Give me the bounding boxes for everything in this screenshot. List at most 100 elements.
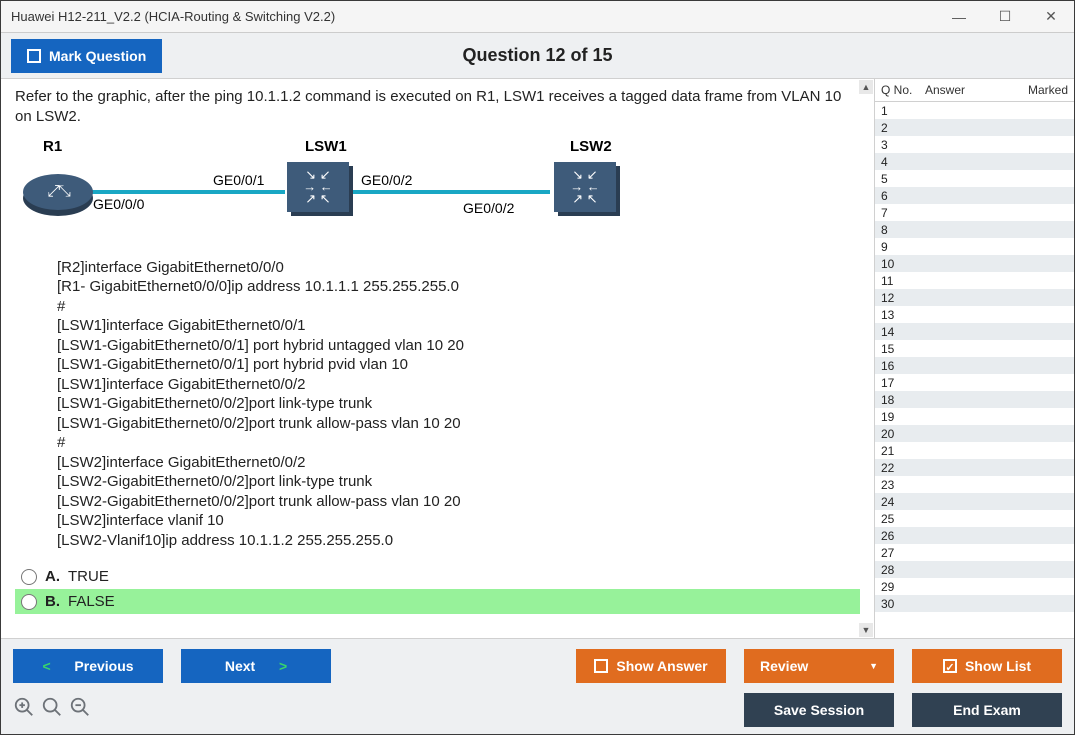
question-number: 23 [881,478,921,492]
question-row[interactable]: 21 [875,442,1074,459]
zoom-reset-icon[interactable] [41,696,63,724]
main-area: ▲ ▼ Refer to the graphic, after the ping… [1,79,1074,638]
scroll-down-icon[interactable]: ▼ [859,623,873,637]
question-row[interactable]: 9 [875,238,1074,255]
mark-question-button[interactable]: Mark Question [11,39,162,73]
checkbox-icon [27,49,41,63]
titlebar: Huawei H12-211_V2.2 (HCIA-Routing & Swit… [1,1,1074,33]
next-label: Next [225,658,255,674]
question-row[interactable]: 26 [875,527,1074,544]
question-row[interactable]: 5 [875,170,1074,187]
checkbox-checked-icon [943,659,957,673]
port-lsw1-ge002: GE0/0/2 [361,172,412,188]
question-row[interactable]: 30 [875,595,1074,612]
question-number: 3 [881,138,921,152]
question-row[interactable]: 6 [875,187,1074,204]
question-number: 28 [881,563,921,577]
device-label-r1: R1 [43,138,62,155]
zoom-out-icon[interactable] [69,696,91,724]
save-session-button[interactable]: Save Session [744,693,894,727]
chevron-left-icon: < [42,658,50,674]
answer-letter: A. [45,568,60,585]
switch-icon: ↘ ↙→ ←↗ ↖ [293,169,343,205]
zoom-in-icon[interactable] [13,696,35,724]
question-number: 16 [881,359,921,373]
question-number: 1 [881,104,921,118]
maximize-button[interactable]: ☐ [982,2,1028,32]
question-row[interactable]: 14 [875,323,1074,340]
device-label-lsw1: LSW1 [305,138,347,155]
answer-option[interactable]: A. TRUE [15,564,860,589]
question-row[interactable]: 1 [875,102,1074,119]
show-answer-button[interactable]: Show Answer [576,649,726,683]
window-title: Huawei H12-211_V2.2 (HCIA-Routing & Swit… [11,9,335,24]
question-list-panel: Q No. Answer Marked 12345678910111213141… [874,79,1074,638]
chevron-right-icon: > [279,658,287,674]
answer-radio[interactable] [21,569,37,585]
question-row[interactable]: 20 [875,425,1074,442]
question-number: 6 [881,189,921,203]
router-icon: ⤢⤡ [47,183,69,201]
question-number: 20 [881,427,921,441]
question-number: 8 [881,223,921,237]
switch-icon: ↘ ↙→ ←↗ ↖ [560,169,610,205]
question-number: 25 [881,512,921,526]
port-lsw2-ge002: GE0/0/2 [463,200,514,216]
end-exam-button[interactable]: End Exam [912,693,1062,727]
question-number: 30 [881,597,921,611]
previous-button[interactable]: < Previous [13,649,163,683]
question-row[interactable]: 23 [875,476,1074,493]
zoom-controls [13,696,91,724]
question-row[interactable]: 7 [875,204,1074,221]
device-label-lsw2: LSW2 [570,138,612,155]
minimize-button[interactable]: — [936,2,982,32]
question-row[interactable]: 17 [875,374,1074,391]
answer-option[interactable]: B. FALSE [15,589,860,614]
question-row[interactable]: 4 [875,153,1074,170]
header-answer: Answer [925,83,1014,97]
question-number: 4 [881,155,921,169]
header-marked: Marked [1018,83,1068,97]
question-row[interactable]: 3 [875,136,1074,153]
question-number: 9 [881,240,921,254]
question-number: 19 [881,410,921,424]
question-row[interactable]: 28 [875,561,1074,578]
question-row[interactable]: 25 [875,510,1074,527]
question-row[interactable]: 12 [875,289,1074,306]
scroll-up-icon[interactable]: ▲ [859,80,873,94]
answer-radio[interactable] [21,594,37,610]
question-row[interactable]: 13 [875,306,1074,323]
question-list[interactable]: 1234567891011121314151617181920212223242… [875,102,1074,638]
question-row[interactable]: 10 [875,255,1074,272]
question-row[interactable]: 8 [875,221,1074,238]
question-number: 24 [881,495,921,509]
question-row[interactable]: 22 [875,459,1074,476]
next-button[interactable]: Next > [181,649,331,683]
show-list-button[interactable]: Show List [912,649,1062,683]
question-row[interactable]: 27 [875,544,1074,561]
question-row[interactable]: 15 [875,340,1074,357]
question-number: 13 [881,308,921,322]
content-scrollbar[interactable]: ▲ ▼ [858,79,874,638]
question-row[interactable]: 24 [875,493,1074,510]
close-button[interactable]: ✕ [1028,2,1074,32]
question-number: 14 [881,325,921,339]
question-row[interactable]: 2 [875,119,1074,136]
review-button[interactable]: Review ▼ [744,649,894,683]
question-number: 21 [881,444,921,458]
question-row[interactable]: 19 [875,408,1074,425]
question-list-header: Q No. Answer Marked [875,79,1074,102]
topbar: Mark Question Question 12 of 15 [1,33,1074,79]
question-row[interactable]: 16 [875,357,1074,374]
port-r1-ge000: GE0/0/0 [93,196,144,212]
show-list-label: Show List [965,658,1031,674]
question-row[interactable]: 29 [875,578,1074,595]
router-r1: ⤢⤡ [23,166,93,218]
bottombar-row-1: < Previous Next > Show Answer Review ▼ S… [13,649,1062,683]
link-lsw1-lsw2 [350,190,550,194]
scroll-area[interactable]: Refer to the graphic, after the ping 10.… [1,79,874,638]
port-lsw1-ge001: GE0/0/1 [213,172,264,188]
question-row[interactable]: 18 [875,391,1074,408]
question-number: 5 [881,172,921,186]
question-row[interactable]: 11 [875,272,1074,289]
